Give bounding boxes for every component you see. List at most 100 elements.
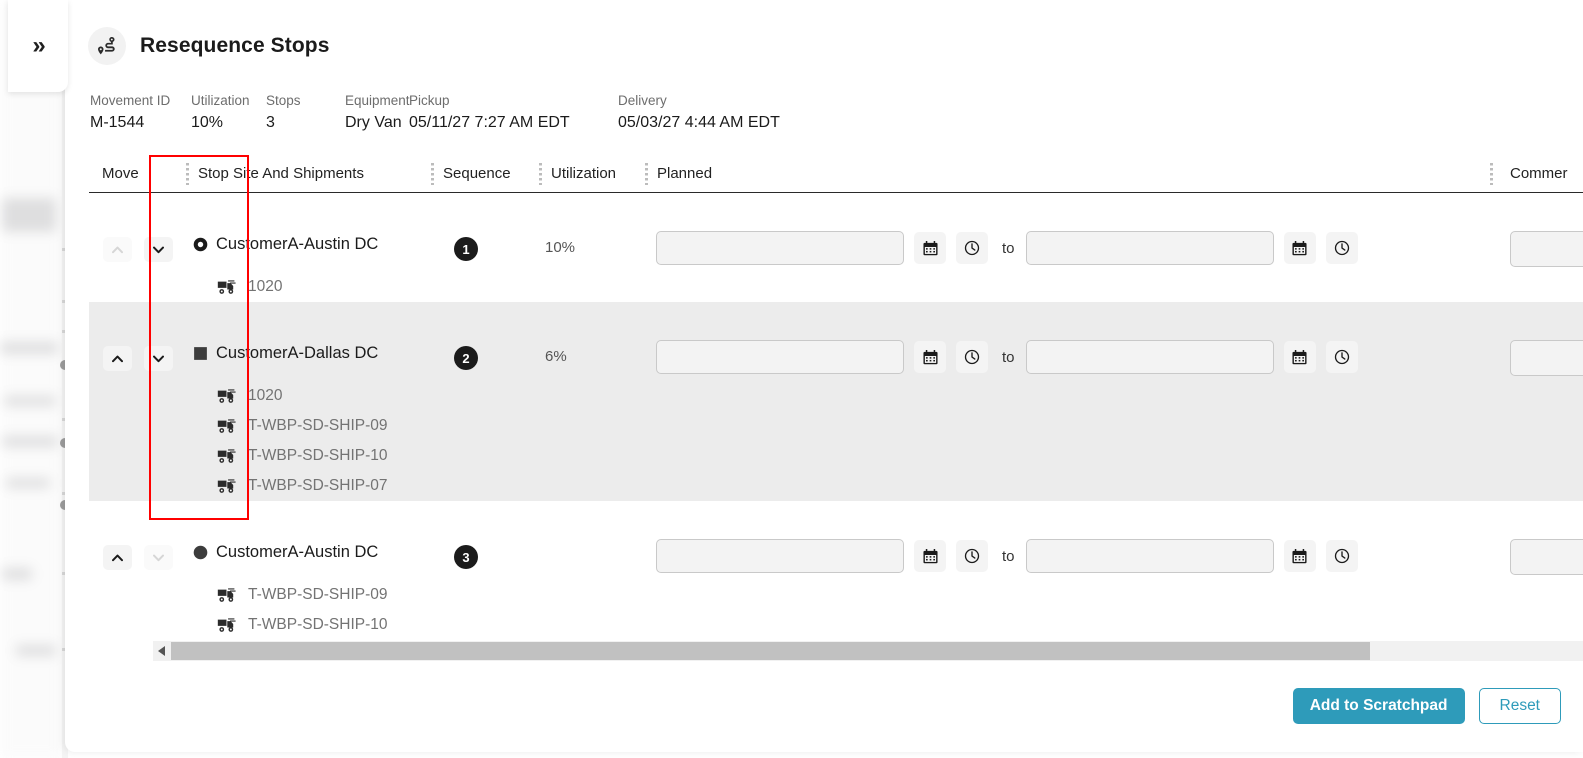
shipment-list-item[interactable]: 1020 [189,381,434,411]
utilization-value: 10% [542,193,648,256]
comment-input[interactable] [1510,231,1583,267]
planned-range-separator: to [1002,240,1015,257]
summary-value: 3 [266,111,345,135]
double-chevron-right-icon: » [32,34,43,58]
planned-from-clock-icon[interactable] [956,232,988,264]
horizontal-scrollbar[interactable] [153,641,1583,661]
summary-field-pickup: Pickup05/11/27 7:27 AM EDT [409,92,618,135]
table-row: CustomerA-Dallas DC 1020 T-WBP-SD-SHIP-09 T… [89,302,1583,501]
column-header-move[interactable]: Move [89,155,189,193]
shipment-list-item[interactable]: T-WBP-SD-SHIP-09 [189,580,434,610]
summary-label: Equipment [345,92,409,110]
summary-field-stops: Stops3 [266,92,345,135]
planned-from-calendar-icon[interactable] [914,540,946,572]
move-down-button [144,545,173,570]
utilization-cell: 6% [542,302,648,365]
move-cell [89,501,189,570]
planned-to-clock-icon[interactable] [1326,540,1358,572]
planned-from-clock-icon[interactable] [956,341,988,373]
sequence-cell: 3 [434,501,542,569]
shipment-id: 1020 [248,387,282,405]
stop-site-name: CustomerA-Austin DC [216,543,378,562]
planned-range-separator: to [1002,548,1015,565]
planned-from-clock-icon[interactable] [956,540,988,572]
planned-to-input[interactable] [1026,340,1274,374]
column-header-stop[interactable]: Stop Site And Shipments [189,155,434,193]
comment-cell [1493,193,1583,267]
shipment-list-item[interactable]: T-WBP-SD-SHIP-10 [189,610,434,635]
column-header-util[interactable]: Utilization [542,155,648,193]
shipment-id: T-WBP-SD-SHIP-10 [248,616,388,634]
sequence-cell: 2 [434,302,542,370]
table-row: CustomerA-Austin DC T-WBP-SD-SHIP-09 T-WBP… [89,501,1583,635]
shipment-id: T-WBP-SD-SHIP-09 [248,586,388,604]
truck-icon [217,479,239,494]
comment-input[interactable] [1510,340,1583,376]
utilization-cell: 10% [542,193,648,256]
planned-to-clock-icon[interactable] [1326,232,1358,264]
planned-to-clock-icon[interactable] [1326,341,1358,373]
planned-to-input[interactable] [1026,231,1274,265]
column-header-seq[interactable]: Sequence [434,155,542,193]
panel-footer: Add to Scratchpad Reset [1293,688,1561,724]
planned-range-separator: to [1002,349,1015,366]
utilization-cell [542,501,648,547]
planned-from-calendar-icon[interactable] [914,341,946,373]
shipment-id: T-WBP-SD-SHIP-10 [248,447,388,465]
utilization-value: 6% [542,302,648,365]
reset-button[interactable]: Reset [1479,688,1562,724]
planned-from-input[interactable] [656,539,904,573]
shipment-list-item[interactable]: T-WBP-SD-SHIP-09 [189,411,434,441]
truck-icon [217,588,239,603]
truck-icon [217,618,239,633]
comment-cell [1493,501,1583,575]
truck-icon [217,419,239,434]
scroll-left-arrow-icon[interactable] [153,641,171,661]
resequence-stops-panel: Resequence Stops Movement IDM-1544Utiliz… [65,0,1583,752]
stop-site-name: CustomerA-Dallas DC [216,344,378,363]
planned-to-calendar-icon[interactable] [1284,341,1316,373]
move-up-button[interactable] [103,545,132,570]
scrollbar-track[interactable] [171,641,1583,661]
move-up-button [103,237,132,262]
column-header-label: Planned [648,165,712,182]
summary-label: Movement ID [90,92,191,110]
summary-value: 05/03/27 4:44 AM EDT [618,111,818,135]
column-header-comm[interactable]: Commer [1493,155,1583,193]
planned-from-input[interactable] [656,340,904,374]
planned-cell: to [648,501,1493,573]
expand-panel-button[interactable]: » [8,0,68,92]
planned-from-calendar-icon[interactable] [914,232,946,264]
summary-field-movement-id: Movement IDM-1544 [90,92,191,135]
utilization-value [542,501,648,547]
scrollbar-thumb[interactable] [171,642,1370,660]
comment-input[interactable] [1510,539,1583,575]
move-cell [89,302,189,371]
shipment-list-item[interactable]: T-WBP-SD-SHIP-07 [189,471,434,501]
column-header-plan[interactable]: Planned [648,155,1493,193]
grid-header-row: MoveStop Site And ShipmentsSequence Utili… [89,155,1583,193]
add-to-scratchpad-button[interactable]: Add to Scratchpad [1293,688,1465,724]
stop-site-cell: CustomerA-Dallas DC 1020 T-WBP-SD-SHIP-09 T… [189,302,434,501]
planned-to-calendar-icon[interactable] [1284,232,1316,264]
comment-cell [1493,302,1583,376]
move-down-button[interactable] [144,346,173,371]
summary-label: Delivery [618,92,818,110]
shipment-list-item[interactable]: T-WBP-SD-SHIP-10 [189,441,434,471]
planned-to-calendar-icon[interactable] [1284,540,1316,572]
column-header-label: Sequence [434,165,511,182]
shipment-list-item[interactable]: 1020 [189,272,434,302]
move-down-button[interactable] [144,237,173,262]
planned-to-input[interactable] [1026,539,1274,573]
summary-label: Utilization [191,92,266,110]
move-up-button[interactable] [103,346,132,371]
planned-from-input[interactable] [656,231,904,265]
route-waypoints-icon [88,27,126,65]
column-header-label: Utilization [542,165,616,182]
truck-icon [217,389,239,404]
stop-site-cell: CustomerA-Austin DC1020 [189,193,434,302]
grid-body: CustomerA-Austin DC1020110%toCustomerA-D… [89,193,1583,635]
page-title: Resequence Stops [140,34,330,58]
sequence-badge: 3 [454,545,478,569]
summary-value: 10% [191,111,266,135]
